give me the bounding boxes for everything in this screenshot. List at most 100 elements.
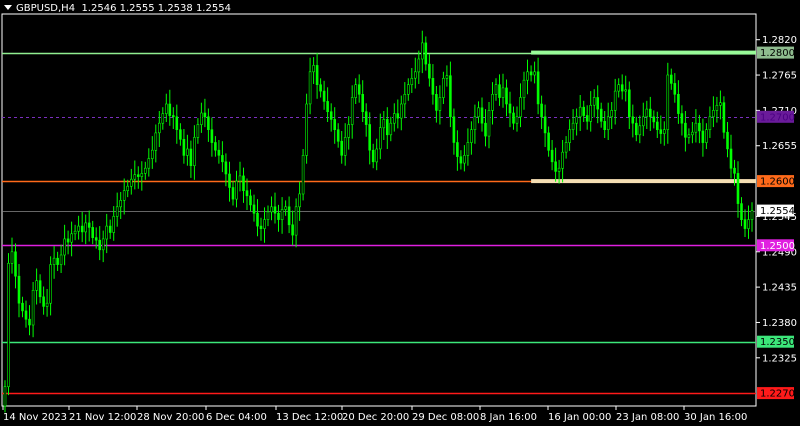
candle-body [7, 262, 10, 387]
candle-body [98, 239, 101, 251]
plot-border [1, 13, 757, 407]
y-tick-label: 1.2325 [762, 353, 797, 364]
candle-body [575, 116, 578, 124]
candle-body [684, 122, 687, 138]
candle-body [347, 124, 351, 138]
candle-body [466, 142, 470, 156]
candle-body [652, 116, 656, 123]
price-chart[interactable]: 1.28201.27651.27101.26551.25451.24901.24… [0, 0, 800, 426]
horizontal-levels[interactable] [2, 50, 756, 395]
candle-body [396, 113, 400, 119]
candle-body [364, 111, 368, 125]
candle-body [315, 65, 319, 86]
candle-body [677, 94, 680, 114]
candle-body [498, 84, 501, 98]
candle-body [722, 102, 726, 133]
chart-frame [1, 13, 757, 407]
candle-body [193, 137, 196, 166]
candle-body [550, 149, 554, 163]
candle-body [273, 206, 277, 214]
candle-body [445, 75, 449, 79]
candle-body [536, 71, 540, 105]
candle-body [406, 84, 410, 95]
candle-body [28, 318, 31, 326]
candle-body [287, 206, 291, 226]
candle-body [512, 112, 515, 124]
level-price-label: 1.2800 [760, 48, 795, 59]
price-axis[interactable]: 1.28201.27651.27101.26551.25451.24901.24… [756, 35, 797, 400]
candle-body [242, 175, 245, 191]
candle-body [73, 230, 77, 235]
candle-body [361, 94, 365, 113]
candle-body [585, 115, 589, 122]
candle-body [17, 275, 21, 304]
candle-body [617, 84, 621, 92]
candle-body [452, 116, 456, 143]
candle-body [505, 87, 508, 105]
candle-body [519, 97, 522, 118]
candle-body [438, 97, 442, 111]
x-tick-label: 14 Nov 2023 [3, 412, 67, 423]
candle-body [389, 122, 393, 136]
candle-body [200, 112, 203, 125]
candle-body [424, 42, 428, 65]
current-price-label: 1.2554 [760, 206, 795, 217]
level-price-label: 1.2270 [760, 389, 795, 400]
candle-body [77, 225, 80, 232]
dropdown-arrow-icon[interactable] [4, 5, 12, 10]
x-tick-label: 16 Jan 00:00 [548, 412, 611, 423]
x-tick-label: 13 Dec 12:00 [276, 412, 343, 423]
candle-body [59, 254, 63, 265]
candle-body [442, 78, 445, 98]
candle-body [105, 225, 108, 240]
candle-body [312, 65, 315, 73]
candle-body [715, 105, 719, 111]
level-price-label: 1.2700 [760, 112, 795, 123]
candle-body [256, 212, 259, 227]
candle-body [477, 107, 480, 118]
x-tick-label: 20 Dec 20:00 [342, 412, 409, 423]
level-zone [531, 50, 756, 55]
candle-body [750, 210, 754, 220]
candle-body [392, 113, 396, 124]
candle-body [641, 116, 645, 127]
x-tick-label: 23 Jan 08:00 [616, 412, 679, 423]
candle-body [413, 71, 417, 79]
candle-body [231, 187, 235, 200]
candle-body [175, 116, 179, 131]
candle-body [263, 219, 266, 229]
candle-body [533, 71, 536, 76]
candle-body [484, 122, 487, 137]
candle-body [270, 206, 273, 213]
candle-body [603, 121, 607, 131]
candle-body [80, 225, 84, 233]
candle-body [42, 296, 45, 307]
candle-body [49, 264, 52, 304]
candle-body [606, 116, 610, 131]
y-tick-label: 1.2820 [762, 35, 797, 46]
candle-body [301, 155, 305, 195]
x-tick-label: 30 Jan 16:00 [684, 412, 747, 423]
candle-body [3, 386, 7, 407]
candle-body [224, 161, 228, 175]
time-axis[interactable]: 14 Nov 2023 21 Nov 12:00 28 Nov 20:00 6 Dec… [2, 406, 747, 423]
candle-body [712, 110, 715, 118]
candle-body [638, 125, 642, 136]
candle-body [10, 251, 14, 264]
candle-body [491, 94, 494, 111]
candle-body [354, 84, 358, 98]
candle-body [733, 167, 736, 174]
level-price-label: 1.2500 [760, 241, 795, 252]
candle-body [101, 238, 105, 251]
candle-body [203, 112, 207, 118]
candle-body [645, 108, 649, 118]
candle-body [698, 122, 701, 132]
candle-body [473, 116, 477, 131]
candle-body [45, 302, 49, 307]
candle-body [161, 113, 165, 124]
candle-body [726, 131, 729, 150]
candle-body [368, 124, 372, 151]
candles [3, 30, 754, 413]
y-tick-label: 1.2765 [762, 71, 797, 82]
candle-body [456, 142, 459, 157]
